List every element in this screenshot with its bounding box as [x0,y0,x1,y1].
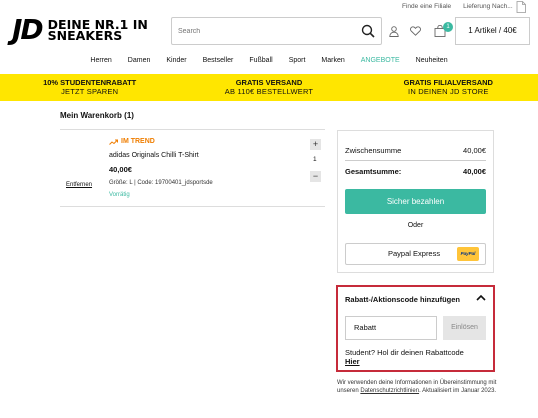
logo-jd-mark: JD [12,13,44,46]
promo-shipping-sub: AB 110€ BESTELLWERT [224,87,314,96]
discount-code-input[interactable]: Rabatt [345,316,437,340]
promo-student[interactable]: 10% STUDENTENRABATT JETZT SPAREN [0,74,179,101]
cart-summary-button[interactable]: 1 Artikel / 40€ [455,17,530,45]
stock-status: Vorrätig [109,192,130,198]
chevron-up-icon[interactable] [476,294,486,301]
divider [60,206,325,207]
divider [60,129,325,130]
nav-item-kinder[interactable]: Kinder [158,57,194,64]
cart-count-badge: 1 [443,22,453,32]
trend-badge: IM TREND [109,138,155,145]
promo-student-sub: JETZT SPAREN [61,87,119,96]
nav-item-damen[interactable]: Damen [120,57,159,64]
subtotal-row: Zwischensumme 40,00€ [345,146,486,155]
top-links: Finde eine Filiale Lieferung Nach... [402,3,513,10]
quantity-decrease-button[interactable]: − [310,171,321,182]
privacy-policy-link[interactable]: Datenschutzrichtlinien [360,388,419,394]
account-icon[interactable] [389,26,399,37]
quantity-value: 1 [313,156,317,163]
paypal-express-button[interactable]: Paypal Express PayPal [345,243,486,265]
secure-checkout-button[interactable]: Sicher bezahlen [345,189,486,214]
cart-title: Mein Warenkorb (1) [60,111,134,120]
privacy-text-2: . Aktualisiert im Januar 2023. [419,388,497,394]
nav-item-marken[interactable]: Marken [313,57,352,64]
search-box[interactable] [171,17,382,45]
promo-student-title: 10% STUDENTENRABATT [43,78,137,87]
nav-item-sport[interactable]: Sport [281,57,314,64]
subtotal-label: Zwischensumme [345,146,402,155]
search-icon[interactable] [361,24,375,38]
nav-item-angebote[interactable]: ANGEBOTE [353,57,408,64]
search-input[interactable] [172,18,347,44]
student-discount-link[interactable]: Hier [345,357,360,366]
delivery-link[interactable]: Lieferung Nach... [463,3,513,10]
promo-shipping-title: GRATIS VERSAND [235,78,303,87]
trend-label: IM TREND [121,138,155,145]
divider [345,160,486,161]
find-store-link[interactable]: Finde eine Filiale [402,3,451,10]
total-label: Gesamtsumme: [345,167,402,176]
apply-discount-button[interactable]: Einlösen [443,316,486,340]
promo-store-title: GRATIS FILIALVERSAND [403,78,493,87]
jd-logo[interactable]: JD DEINE NR.1 IN SNEAKERS [12,16,148,44]
discount-title[interactable]: Rabatt-/Aktionscode hinzufügen [345,295,460,304]
nav-item-herren[interactable]: Herren [82,57,119,64]
main-nav: Herren Damen Kinder Bestseller Fußball S… [0,57,538,64]
logo-tagline: DEINE NR.1 IN SNEAKERS [48,18,148,42]
trending-icon [109,139,118,145]
promo-banner: 10% STUDENTENRABATT JETZT SPAREN GRATIS … [0,74,538,101]
product-name[interactable]: adidas Originals Chilli T-Shirt [109,152,199,159]
quantity-increase-button[interactable]: + [310,139,321,150]
product-meta: Größe: L | Code: 19700401_jdsportsde [109,180,213,186]
promo-store[interactable]: GRATIS FILIALVERSAND IN DEINEN JD STORE [359,74,538,101]
total-row: Gesamtsumme: 40,00€ [345,167,486,176]
nav-item-neuheiten[interactable]: Neuheiten [408,57,456,64]
nav-item-fussball[interactable]: Fußball [241,57,280,64]
total-value: 40,00€ [463,167,486,176]
product-price: 40,00€ [109,165,132,174]
privacy-info: Wir verwenden deine Informationen in Übe… [337,379,507,395]
subtotal-value: 40,00€ [463,146,486,155]
nav-item-bestseller[interactable]: Bestseller [195,57,242,64]
paypal-logo-icon: PayPal [457,247,479,261]
student-discount-text: Student? Hol dir deinen Rabattcode [345,348,464,357]
wishlist-heart-icon[interactable] [410,26,421,36]
paypal-label: Paypal Express [388,249,441,258]
promo-store-sub: IN DEINEN JD STORE [408,87,489,96]
promo-shipping[interactable]: GRATIS VERSAND AB 110€ BESTELLWERT [179,74,358,101]
remove-item-link[interactable]: Entfernen [66,182,92,188]
document-icon[interactable] [516,1,526,13]
or-separator: Oder [407,222,424,229]
